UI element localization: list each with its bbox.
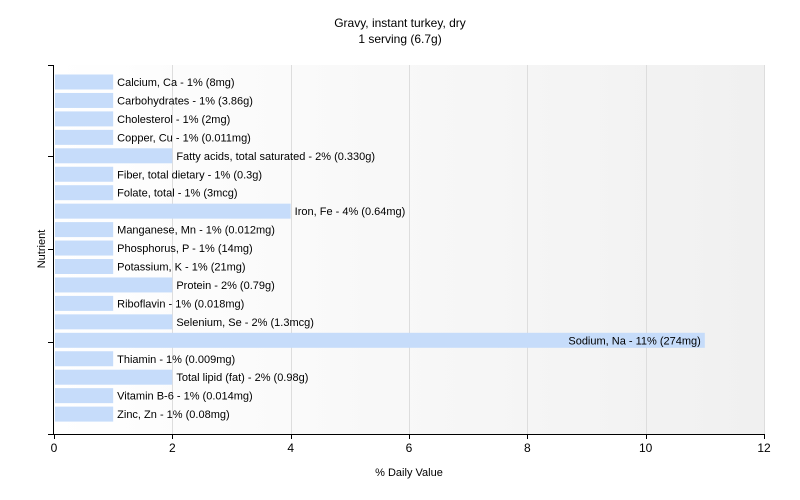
bar-label: Carbohydrates - 1% (3.86g) bbox=[117, 95, 253, 107]
bar bbox=[55, 351, 114, 367]
bar bbox=[55, 203, 291, 219]
y-axis-label: Nutrient bbox=[36, 230, 48, 269]
bar-label: Folate, total - 1% (3mcg) bbox=[117, 188, 237, 200]
bar-label: Manganese, Mn - 1% (0.012mg) bbox=[117, 225, 275, 237]
x-tick-label: 8 bbox=[524, 441, 531, 455]
bar bbox=[55, 92, 114, 108]
bar bbox=[55, 314, 173, 330]
bar bbox=[55, 74, 114, 90]
x-tick-label: 0 bbox=[51, 441, 58, 455]
bar-label: Protein - 2% (0.79g) bbox=[176, 280, 274, 292]
bar bbox=[55, 369, 173, 385]
bar bbox=[55, 295, 114, 311]
bar bbox=[55, 222, 114, 238]
bar-chart: Calcium, Ca - 1% (8mg) Carbohydrates - 1%… bbox=[36, 65, 771, 479]
bar bbox=[55, 388, 114, 404]
bar-label: Riboflavin - 1% (0.018mg) bbox=[117, 298, 244, 310]
bar-label: Copper, Cu - 1% (0.011mg) bbox=[117, 132, 251, 144]
x-axis-label: % Daily Value bbox=[375, 467, 443, 479]
bar-label: Zinc, Zn - 1% (0.08mg) bbox=[117, 409, 229, 421]
bar-label: Iron, Fe - 4% (0.64mg) bbox=[295, 206, 406, 218]
bar bbox=[55, 259, 114, 274]
bar bbox=[55, 166, 114, 182]
bar-label: Potassium, K - 1% (21mg) bbox=[117, 262, 245, 274]
bar-label: Sodium, Na - 11% (274mg) bbox=[568, 335, 700, 347]
x-tick-label: 4 bbox=[287, 441, 294, 455]
bar-label: Total lipid (fat) - 2% (0.98g) bbox=[176, 372, 308, 384]
bar-label: Fatty acids, total saturated - 2% (0.330… bbox=[176, 151, 375, 163]
bar-label: Cholesterol - 1% (2mg) bbox=[117, 114, 230, 126]
bar-label: Calcium, Ca - 1% (8mg) bbox=[117, 77, 234, 89]
bar bbox=[55, 240, 114, 256]
x-tick-label: 2 bbox=[169, 441, 176, 455]
bar bbox=[55, 111, 114, 127]
bar-label: Vitamin B-6 - 1% (0.014mg) bbox=[117, 391, 253, 403]
bar-label: Fiber, total dietary - 1% (0.3g) bbox=[117, 169, 262, 181]
x-tick-label: 12 bbox=[757, 441, 771, 455]
bar bbox=[55, 277, 173, 293]
bar-label: Thiamin - 1% (0.009mg) bbox=[117, 354, 235, 366]
bar bbox=[55, 148, 173, 164]
bar bbox=[55, 185, 114, 201]
bar-label: Phosphorus, P - 1% (14mg) bbox=[117, 243, 253, 255]
x-tick-label: 6 bbox=[406, 441, 413, 455]
bar-label: Selenium, Se - 2% (1.3mcg) bbox=[176, 317, 314, 329]
bar bbox=[55, 129, 114, 145]
x-tick-label: 10 bbox=[639, 441, 653, 455]
bar bbox=[55, 406, 114, 422]
